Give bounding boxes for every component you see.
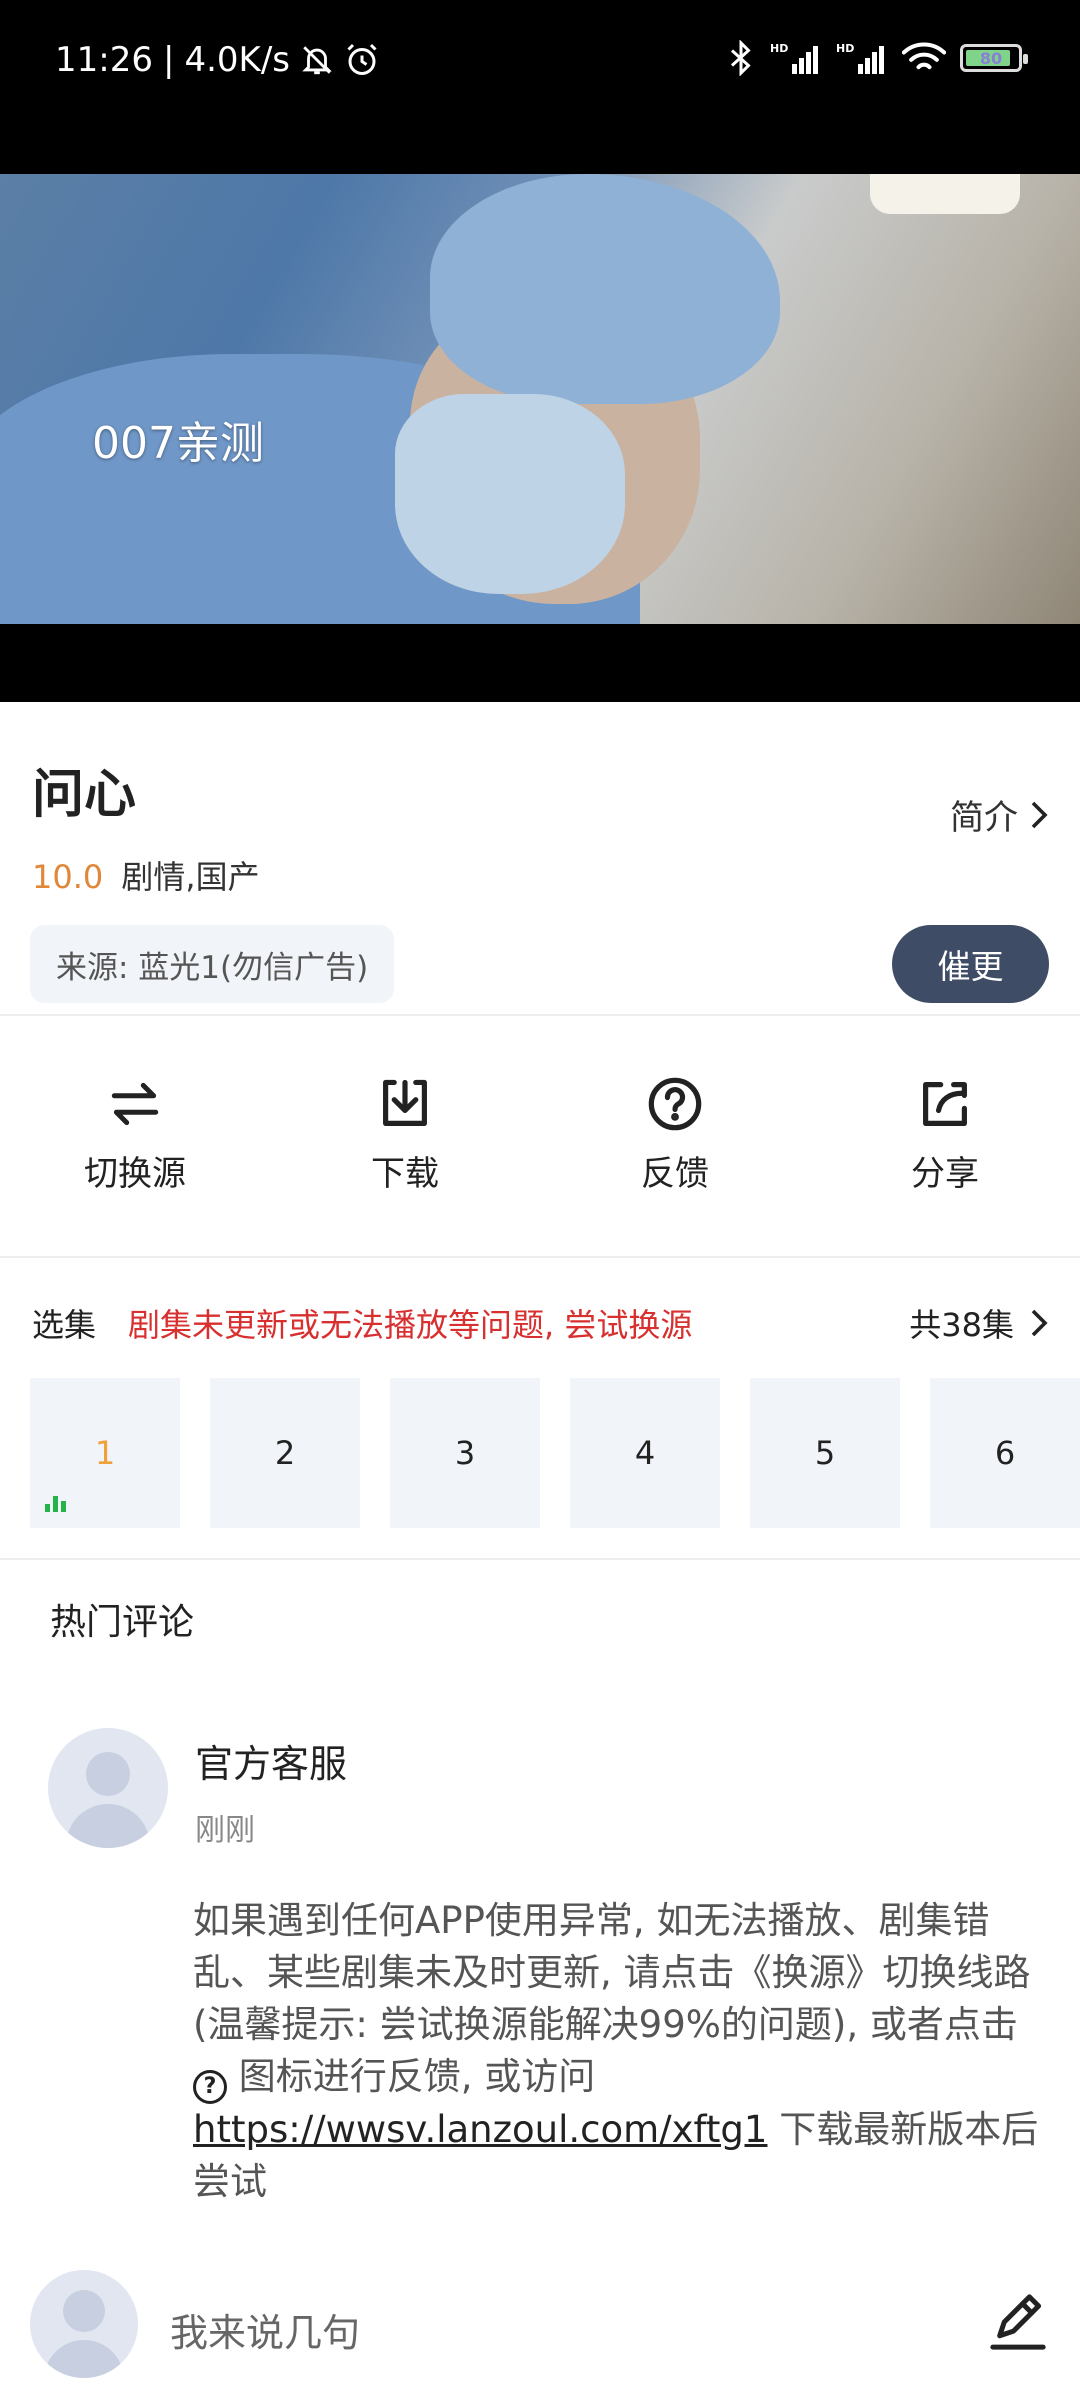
svg-text:HD: HD: [836, 42, 854, 55]
episode-number: 6: [994, 1434, 1016, 1472]
hd-signal-icon: HD: [770, 40, 822, 76]
battery-level: 80: [979, 48, 1003, 68]
switch-source-label: 切换源: [84, 1154, 186, 1194]
hd-signal-icon: HD: [836, 40, 888, 76]
urge-update-button[interactable]: 催更: [892, 925, 1049, 1003]
video-watermark: 007亲测: [92, 418, 264, 469]
action-row: 切换源 下载 反馈 分享: [0, 1050, 1080, 1230]
share-label: 分享: [911, 1154, 979, 1194]
episode-section-label: 选集: [32, 1306, 97, 1344]
comment-text-part: 如果遇到任何APP使用异常, 如无法播放、剧集错乱、某些剧集未及时更新, 请点击…: [193, 1899, 1031, 2046]
comment-text: 如果遇到任何APP使用异常, 如无法播放、剧集错乱、某些剧集未及时更新, 请点击…: [193, 1895, 1043, 2208]
episode-total: 共38集: [909, 1306, 1014, 1344]
status-right: HD HD 80: [726, 40, 1028, 76]
episode-header: 选集 剧集未更新或无法播放等问题, 尝试换源 共38集: [32, 1300, 1048, 1346]
bluetooth-icon: [726, 40, 756, 76]
comment-text-part: 图标进行反馈, 或访问: [238, 2055, 596, 2098]
divider: [0, 1256, 1080, 1258]
svg-text:HD: HD: [770, 42, 788, 55]
network-speed: 4.0K/s: [184, 40, 290, 80]
episode-item[interactable]: 6: [930, 1378, 1080, 1528]
share-button[interactable]: 分享: [810, 1050, 1080, 1230]
playing-indicator-icon: [45, 1496, 66, 1512]
edit-icon[interactable]: [986, 2290, 1050, 2358]
episode-list: 1 2 3 4 5 6: [30, 1378, 1080, 1528]
show-score: 10.0: [32, 858, 104, 896]
intro-link[interactable]: 简介: [950, 790, 1048, 839]
episode-number: 2: [274, 1434, 296, 1472]
comment-time: 刚刚: [195, 1813, 255, 1848]
chevron-right-icon: [1031, 1309, 1048, 1337]
feedback-label: 反馈: [641, 1154, 709, 1194]
episode-item[interactable]: 1: [30, 1378, 180, 1528]
show-meta: 10.0 剧情,国产: [32, 852, 260, 898]
divider: [0, 1558, 1080, 1560]
feedback-icon: [648, 1077, 702, 1131]
episode-number: 5: [814, 1434, 836, 1472]
divider: [0, 1014, 1080, 1016]
comment-input-bar: [0, 2248, 1080, 2400]
avatar[interactable]: [48, 1728, 168, 1848]
show-genres: 剧情,国产: [121, 858, 260, 896]
separator: |: [162, 40, 175, 80]
bell-off-icon: [300, 43, 334, 77]
avatar[interactable]: [30, 2270, 138, 2378]
download-button[interactable]: 下载: [270, 1050, 540, 1230]
chevron-right-icon: [1031, 801, 1048, 828]
comment-author: 官方客服: [195, 1742, 348, 1786]
switch-source-button[interactable]: 切换源: [0, 1050, 270, 1230]
alarm-icon: [344, 42, 380, 78]
episode-warning: 剧集未更新或无法播放等问题, 尝试换源: [128, 1306, 693, 1344]
comment-input[interactable]: 我来说几句: [170, 2302, 360, 2357]
intro-label: 简介: [950, 798, 1018, 838]
video-player[interactable]: 007亲测: [0, 174, 1080, 702]
source-badge[interactable]: 来源: 蓝光1(勿信广告): [30, 925, 395, 1003]
video-frame[interactable]: 007亲测: [0, 174, 1080, 624]
status-bar: 11:26 | 4.0K/s HD HD 80: [0, 0, 1080, 174]
download-label: 下载: [371, 1154, 439, 1194]
episode-item[interactable]: 4: [570, 1378, 720, 1528]
episode-number: 4: [634, 1434, 656, 1472]
episode-number: 3: [454, 1434, 476, 1472]
episode-item[interactable]: 2: [210, 1378, 360, 1528]
show-title: 问心: [32, 765, 137, 825]
episode-item[interactable]: 5: [750, 1378, 900, 1528]
battery-icon: 80: [960, 44, 1028, 72]
download-link[interactable]: https://wwsv.lanzoul.com/xftg1: [193, 2108, 767, 2151]
switch-source-icon: [111, 1082, 159, 1126]
share-icon: [923, 1082, 967, 1126]
status-left: 11:26 | 4.0K/s: [55, 40, 380, 80]
hot-comments-heading: 热门评论: [50, 1602, 195, 1643]
episode-total-link[interactable]: 共38集: [909, 1300, 1048, 1346]
clock: 11:26: [55, 40, 153, 80]
episode-item[interactable]: 3: [390, 1378, 540, 1528]
feedback-button[interactable]: 反馈: [540, 1050, 810, 1230]
episode-number: 1: [94, 1434, 116, 1472]
wifi-icon: [902, 41, 946, 75]
download-icon: [383, 1079, 427, 1126]
question-icon: ?: [193, 2070, 227, 2104]
